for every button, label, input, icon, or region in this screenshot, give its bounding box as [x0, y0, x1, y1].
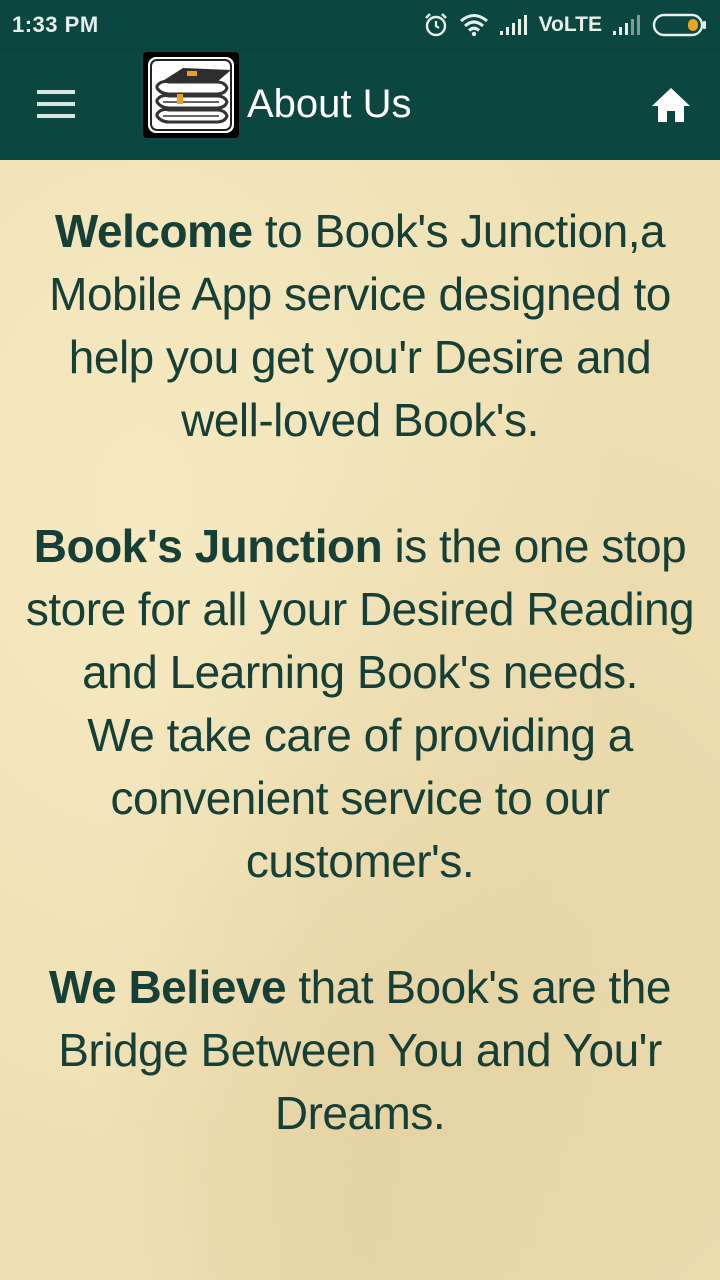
- page-title: About Us: [247, 82, 412, 126]
- store-bold-text: Book's Junction: [33, 520, 383, 572]
- welcome-paragraph: Welcome to Book's Junction,a Mobile App …: [20, 200, 700, 452]
- books-stack-icon: [143, 52, 239, 138]
- store-paragraph: Book's Junction is the one stop store fo…: [20, 515, 700, 704]
- belief-bold-text: We Believe: [49, 961, 287, 1013]
- signal-icon: [613, 15, 640, 35]
- status-icons: VoLTE: [423, 10, 708, 40]
- hamburger-menu-icon[interactable]: [30, 82, 82, 126]
- network-type-label: VoLTE: [538, 13, 602, 36]
- app-bar: About Us: [0, 50, 720, 160]
- welcome-bold-text: Welcome: [54, 205, 253, 257]
- belief-paragraph: We Believe that Book's are the Bridge Be…: [20, 956, 700, 1145]
- about-content: Welcome to Book's Junction,a Mobile App …: [20, 200, 700, 1145]
- battery-icon: [652, 13, 706, 37]
- status-bar: 1:33 PM VoLTE: [0, 0, 720, 50]
- service-paragraph: We take care of providing a convenient s…: [87, 709, 633, 887]
- wifi-icon: [459, 14, 488, 37]
- home-icon[interactable]: [646, 80, 696, 130]
- alarm-icon: [424, 13, 447, 37]
- status-time: 1:33 PM: [12, 12, 99, 37]
- signal-icon: [499, 15, 527, 35]
